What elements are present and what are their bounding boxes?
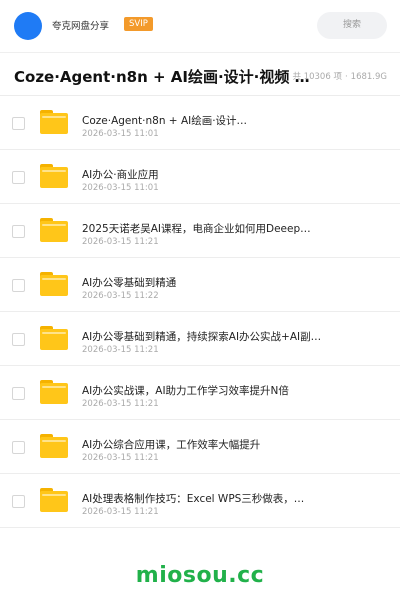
svip-badge: SVIP [124, 17, 153, 31]
select-checkbox[interactable] [12, 387, 25, 400]
item-date: 2026-03-15 11:21 [82, 345, 159, 355]
stats-separator: · [344, 72, 348, 82]
item-name: 2025天诺老吴AI课程，电商企业如何用Deeep… [82, 223, 311, 235]
folder-icon [40, 272, 68, 296]
search-button[interactable]: 搜索 [317, 12, 387, 39]
page-title: Coze·Agent·n8n + AI绘画·设计·视频 + AI… [14, 68, 314, 86]
list-item[interactable]: AI办公零基础到精通，持续探索AI办公实战+AI副… 2026-03-15 11… [0, 312, 400, 366]
folder-icon [40, 164, 68, 188]
item-name: AI办公·商业应用 [82, 169, 159, 181]
list-item[interactable]: AI办公实战课，AI助力工作学习效率提升N倍 2026-03-15 11:21 [0, 366, 400, 420]
app-name: 夸克网盘分享 [52, 21, 110, 32]
list-item[interactable]: Coze·Agent·n8n + AI绘画·设计… 2026-03-15 11:… [0, 96, 400, 150]
item-name: AI办公零基础到精通，持续探索AI办公实战+AI副… [82, 331, 322, 343]
select-checkbox[interactable] [12, 171, 25, 184]
select-checkbox[interactable] [12, 495, 25, 508]
folder-icon [40, 488, 68, 512]
folder-stats: 共 10306 项 · 1681.9G [293, 70, 388, 82]
item-count: 共 10306 项 [292, 72, 342, 82]
item-name: AI办公综合应用课，工作效率大幅提升 [82, 439, 261, 451]
folder-icon [40, 110, 68, 134]
list-item[interactable]: AI办公·商业应用 2026-03-15 11:01 [0, 150, 400, 204]
select-checkbox[interactable] [12, 117, 25, 130]
item-date: 2026-03-15 11:21 [82, 237, 159, 247]
select-checkbox[interactable] [12, 279, 25, 292]
item-date: 2026-03-15 11:01 [82, 183, 159, 193]
list-item[interactable]: AI办公综合应用课，工作效率大幅提升 2026-03-15 11:21 [0, 420, 400, 474]
item-name: AI处理表格制作技巧：Excel WPS三秒做表，… [82, 493, 305, 505]
total-size: 1681.9G [350, 72, 387, 82]
item-name: AI办公实战课，AI助力工作学习效率提升N倍 [82, 385, 289, 397]
item-name: AI办公零基础到精通 [82, 277, 177, 289]
select-checkbox[interactable] [12, 333, 25, 346]
avatar[interactable] [14, 12, 42, 40]
list-item[interactable]: 2025天诺老吴AI课程，电商企业如何用Deeep… 2026-03-15 11… [0, 204, 400, 258]
list-item[interactable]: AI办公零基础到精通 2026-03-15 11:22 [0, 258, 400, 312]
file-list: Coze·Agent·n8n + AI绘画·设计… 2026-03-15 11:… [0, 96, 400, 528]
top-bar: 夸克网盘分享 SVIP 搜索 [0, 0, 400, 52]
list-item[interactable]: AI处理表格制作技巧：Excel WPS三秒做表，… 2026-03-15 11… [0, 474, 400, 528]
folder-icon [40, 434, 68, 458]
item-date: 2026-03-15 11:22 [82, 291, 159, 301]
item-name: Coze·Agent·n8n + AI绘画·设计… [82, 115, 248, 127]
watermark: miosou.cc [135, 563, 265, 588]
select-checkbox[interactable] [12, 225, 25, 238]
item-date: 2026-03-15 11:21 [82, 507, 159, 517]
item-date: 2026-03-15 11:21 [82, 399, 159, 409]
item-date: 2026-03-15 11:01 [82, 129, 159, 139]
folder-icon [40, 218, 68, 242]
folder-icon [40, 380, 68, 404]
folder-header: Coze·Agent·n8n + AI绘画·设计·视频 + AI… 共 1030… [0, 52, 400, 96]
folder-icon [40, 326, 68, 350]
item-date: 2026-03-15 11:21 [82, 453, 159, 463]
select-checkbox[interactable] [12, 441, 25, 454]
